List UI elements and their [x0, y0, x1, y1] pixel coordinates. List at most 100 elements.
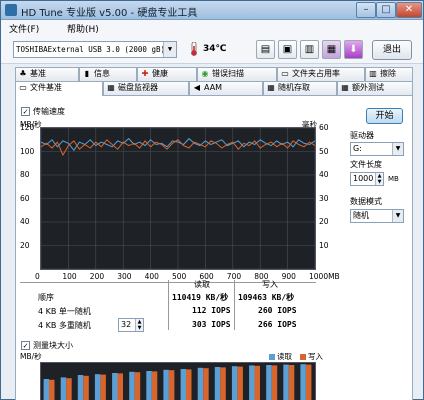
- bar-write: [117, 373, 123, 400]
- minimize-button[interactable]: –: [356, 2, 376, 18]
- tab-info[interactable]: ▮ 信息: [79, 67, 137, 81]
- read-value: 303 IOPS: [192, 320, 231, 329]
- bar-read: [77, 375, 84, 400]
- write-value: 260 IOPS: [258, 306, 297, 315]
- tab-label: 擦除: [380, 69, 396, 78]
- copy-info-icon[interactable]: ▤: [256, 40, 275, 59]
- file-length-unit: MB: [388, 175, 399, 183]
- bar-read: [180, 369, 187, 400]
- bar-write: [271, 365, 278, 400]
- tab-label: 额外测试: [352, 83, 384, 92]
- bar-read: [60, 377, 67, 400]
- maximize-button[interactable]: □: [376, 2, 396, 18]
- bar-write: [83, 375, 89, 400]
- y-tick-label: 20: [20, 240, 30, 250]
- block-size-plot: [43, 364, 312, 400]
- read-value: 110419 KB/秒: [172, 293, 229, 302]
- queue-depth-value: 32: [121, 320, 132, 329]
- tab-label: AAM: [204, 83, 223, 92]
- folder-icon: ▭: [281, 69, 289, 78]
- data-mode-select[interactable]: 随机 ▼: [350, 209, 404, 223]
- bar-write: [49, 379, 55, 400]
- x-tick-label: 300: [117, 272, 132, 281]
- menu-file[interactable]: 文件(F): [9, 22, 39, 35]
- drive-letter-select[interactable]: G: ▼: [350, 142, 404, 156]
- screenshot-icon[interactable]: ▥: [300, 40, 319, 59]
- tab-disk-monitor[interactable]: ▦ 磁盘监视器: [103, 81, 189, 95]
- tab-label: 文件夹占用率: [292, 69, 340, 78]
- y2-tick-label: 10: [319, 240, 329, 250]
- bar-read: [300, 364, 306, 400]
- transfer-speed-checkbox[interactable]: ✓: [21, 107, 30, 116]
- chevron-down-icon: ▼: [392, 143, 403, 155]
- queue-depth-stepper[interactable]: 32 ▲ ▼: [118, 318, 144, 332]
- bar-read: [231, 366, 238, 400]
- window-title: HD Tune 专业版 v5.00 - 硬盘专业工具: [21, 8, 198, 19]
- chevron-down-icon: ▼: [392, 210, 403, 222]
- row-label: 4 KB 多重随机: [38, 321, 91, 330]
- tab-label: 信息: [94, 69, 110, 78]
- tab-erase[interactable]: ▥ 擦除: [365, 67, 413, 81]
- bar-read: [266, 365, 272, 400]
- y-tick-label: 60: [20, 193, 30, 203]
- y-tick-label: 120: [20, 123, 35, 132]
- app-icon: [5, 4, 17, 16]
- bar-read: [197, 367, 204, 400]
- temperature-readout: 34℃: [203, 44, 227, 54]
- stepper-arrows-icon: ▲ ▼: [375, 173, 383, 185]
- app-window: HD Tune 专业版 v5.00 - 硬盘专业工具 – □ ✕ 文件(F) 帮…: [0, 0, 424, 400]
- bar-read: [283, 364, 289, 400]
- bar-read: [112, 373, 118, 400]
- tab-health[interactable]: ✚ 健康: [137, 67, 197, 81]
- y2-tick-label: 40: [319, 170, 329, 179]
- write-value: 266 IOPS: [258, 320, 297, 329]
- transfer-speed-label: 传输速度: [33, 107, 65, 116]
- bar-y-axis-title: MB/秒: [20, 352, 42, 361]
- file-length-stepper[interactable]: 1000 ▲ ▼: [350, 172, 384, 186]
- tab-error-scan[interactable]: ◉ 错误扫描: [197, 67, 277, 81]
- file-benchmark-panel: ✓ 传输速度 MB/秒 毫秒 120 100 80 60 40 20 60 50 40 30 20…: [15, 95, 413, 400]
- x-tick-label: 200: [89, 272, 105, 281]
- block-size-chart: [40, 362, 316, 400]
- drive-select[interactable]: TOSHIBAExternal USB 3.0 (2000 gB) ▼: [13, 41, 177, 58]
- drive-label: 驱动器: [350, 131, 374, 140]
- bar-write: [151, 371, 158, 400]
- download-icon[interactable]: ⬇: [344, 40, 363, 59]
- bar-read: [129, 371, 135, 400]
- block-size-checkbox[interactable]: ✓: [21, 341, 30, 350]
- transfer-speed-plot: [40, 127, 316, 270]
- exit-button[interactable]: 退出: [372, 40, 412, 60]
- tab-folder-usage[interactable]: ▭ 文件夹占用率: [277, 67, 365, 81]
- close-button[interactable]: ✕: [396, 2, 422, 18]
- menu-help[interactable]: 帮助(H): [67, 22, 99, 35]
- tab-benchmark[interactable]: ♣ 基准: [15, 67, 79, 81]
- tab-file-benchmark[interactable]: ▭ 文件基准: [15, 81, 103, 96]
- legend-write-swatch: [300, 354, 306, 360]
- extra-tests-icon: ▦: [341, 83, 349, 92]
- benchmark-icon: ♣: [19, 69, 27, 78]
- tab-random-access[interactable]: ▦ 随机存取: [263, 81, 337, 95]
- bar-read: [94, 374, 101, 400]
- bar-read: [214, 367, 221, 400]
- tab-aam[interactable]: ◀ AAM: [189, 81, 263, 95]
- data-mode-label: 数据模式: [350, 197, 382, 206]
- tab-label: 健康: [152, 69, 168, 78]
- options-icon[interactable]: ▦: [322, 40, 341, 59]
- chevron-down-icon: ▼: [163, 42, 176, 57]
- start-button[interactable]: 开始: [366, 108, 403, 124]
- bar-write: [203, 368, 209, 400]
- y-tick-label: 40: [20, 217, 30, 226]
- info-icon: ▮: [84, 69, 90, 78]
- legend-write-label: 写入: [308, 352, 323, 361]
- tab-extra-tests[interactable]: ▦ 额外测试: [337, 81, 413, 95]
- bar-read: [163, 369, 169, 400]
- tab-label: 基准: [30, 69, 46, 78]
- title-bar: HD Tune 专业版 v5.00 - 硬盘专业工具 – □ ✕: [1, 1, 423, 20]
- read-value: 112 IOPS: [192, 306, 231, 315]
- y2-tick-label: 30: [319, 193, 329, 203]
- bar-read: [146, 371, 152, 400]
- bar-write: [237, 366, 243, 400]
- copy-save-icon[interactable]: ▣: [278, 40, 297, 59]
- bar-write: [134, 372, 141, 400]
- file-length-value: 1000: [353, 174, 374, 183]
